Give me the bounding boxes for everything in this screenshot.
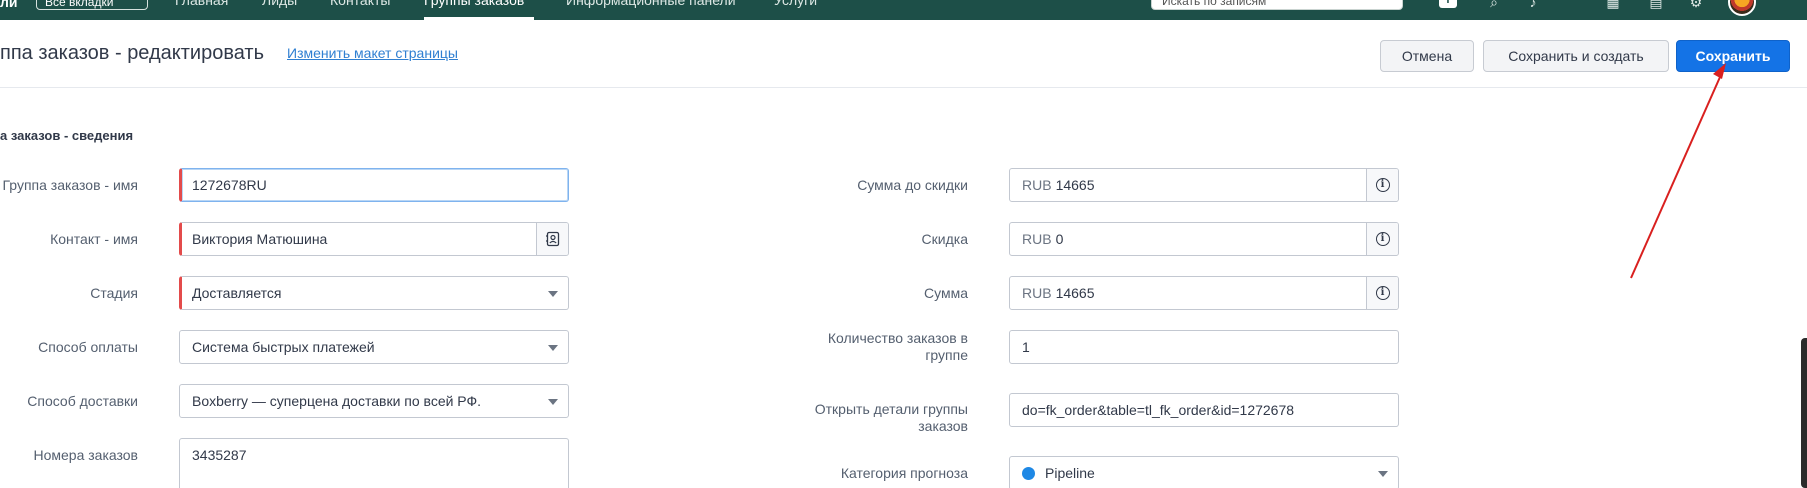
settings-icon[interactable]: ⚙: [1688, 0, 1704, 10]
forecast-category-value: Pipeline: [1045, 465, 1095, 481]
calendar-icon[interactable]: ▦: [1605, 0, 1621, 10]
discount-input[interactable]: RUB 0 i: [1009, 222, 1399, 256]
orders-count-input[interactable]: 1: [1009, 330, 1399, 364]
amount-input[interactable]: RUB 14665 i: [1009, 276, 1399, 310]
currency-code: RUB: [1022, 177, 1052, 193]
contact-name-input[interactable]: Виктория Матюшина: [179, 222, 569, 256]
bell-icon[interactable]: ♪: [1525, 0, 1541, 10]
cancel-button[interactable]: Отмена: [1380, 40, 1474, 72]
search-icon[interactable]: ⌕: [1486, 0, 1502, 10]
top-navigation-bar: ли Все вкладки Главная Лиды Контакты Гру…: [0, 0, 1807, 20]
brand-label: ли: [0, 0, 18, 10]
discount-value: 0: [1055, 231, 1064, 247]
payment-method-select[interactable]: Система быстрых платежей: [179, 330, 569, 364]
stage-select[interactable]: Доставляется: [179, 276, 569, 310]
delivery-method-select[interactable]: Boxberry — суперцена доставки по всей РФ…: [179, 384, 569, 418]
amount-label: Сумма: [924, 285, 968, 301]
tab-order-groups[interactable]: Группы заказов: [424, 0, 524, 8]
order-numbers-label: Номера заказов: [33, 447, 138, 463]
avatar[interactable]: [1728, 0, 1756, 16]
tab-leads[interactable]: Лиды: [262, 0, 297, 8]
amount-before-discount-label: Сумма до скидки: [857, 177, 968, 193]
order-numbers-value: 3435287: [192, 447, 247, 463]
currency-code: RUB: [1022, 285, 1052, 301]
order-group-details-input[interactable]: do=fk_order&table=tl_fk_order&id=1272678: [1009, 393, 1399, 427]
pipeline-dot-icon: [1022, 466, 1035, 480]
delivery-method-label: Способ доставки: [27, 393, 138, 409]
tab-services[interactable]: Услуги: [774, 0, 817, 8]
tab-home[interactable]: Главная: [175, 0, 228, 8]
edit-page-layout-link[interactable]: Изменить макет страницы: [287, 45, 458, 61]
amount-before-discount-value: 14665: [1055, 177, 1095, 193]
orders-count-label: Количество заказов в группе: [827, 330, 968, 363]
payment-method-label: Способ оплаты: [38, 339, 138, 355]
order-numbers-textarea[interactable]: 3435287: [179, 438, 569, 488]
tab-dashboards[interactable]: Информационные панели: [566, 0, 736, 8]
scrollbar[interactable]: [1801, 338, 1807, 488]
order-group-name-label: Группа заказов - имя: [2, 177, 138, 193]
orders-count-value: 1: [1022, 339, 1030, 355]
save-and-new-button[interactable]: Сохранить и создать: [1483, 40, 1669, 72]
order-group-name-input[interactable]: 1272678RU: [179, 168, 569, 202]
delivery-method-value: Boxberry — суперцена доставки по всей РФ…: [192, 393, 482, 409]
currency-code: RUB: [1022, 231, 1052, 247]
chevron-down-icon: [1378, 471, 1388, 477]
contact-name-value: Виктория Матюшина: [192, 231, 328, 247]
contact-name-label: Контакт - имя: [50, 231, 138, 247]
forecast-category-select[interactable]: Pipeline: [1009, 456, 1399, 488]
tab-contacts[interactable]: Контакты: [330, 0, 390, 8]
discount-label: Скидка: [921, 231, 968, 247]
page-header: ппа заказов - редактировать Изменить мак…: [0, 20, 1807, 88]
global-search-input[interactable]: Искать по записям: [1151, 0, 1403, 10]
workspace-selector[interactable]: Все вкладки: [36, 0, 148, 10]
save-button[interactable]: Сохранить: [1676, 40, 1790, 72]
chevron-down-icon: [548, 291, 558, 297]
forecast-category-label: Категория прогноза: [840, 465, 968, 481]
crm-edit-page: ли Все вкладки Главная Лиды Контакты Гру…: [0, 0, 1807, 488]
amount-value: 14665: [1055, 285, 1095, 301]
contact-lookup-icon[interactable]: [536, 223, 568, 255]
chevron-down-icon: [548, 399, 558, 405]
page-title: ппа заказов - редактировать: [0, 42, 265, 64]
section-title: а заказов - сведения: [0, 128, 134, 143]
order-group-details-label: Открыть детали группы заказов: [814, 401, 968, 434]
info-icon[interactable]: i: [1366, 277, 1398, 309]
stage-label: Стадия: [90, 285, 138, 301]
order-group-name-value: 1272678RU: [192, 177, 267, 193]
order-group-details-value: do=fk_order&table=tl_fk_order&id=1272678: [1022, 402, 1295, 418]
payment-method-value: Система быстрых платежей: [192, 339, 375, 355]
amount-before-discount-input[interactable]: RUB 14665 i: [1009, 168, 1399, 202]
stage-value: Доставляется: [192, 285, 282, 301]
chevron-down-icon: [548, 345, 558, 351]
add-icon[interactable]: +: [1439, 0, 1457, 8]
info-icon[interactable]: i: [1366, 169, 1398, 201]
info-icon[interactable]: i: [1366, 223, 1398, 255]
apps-icon[interactable]: ▤: [1648, 0, 1664, 10]
